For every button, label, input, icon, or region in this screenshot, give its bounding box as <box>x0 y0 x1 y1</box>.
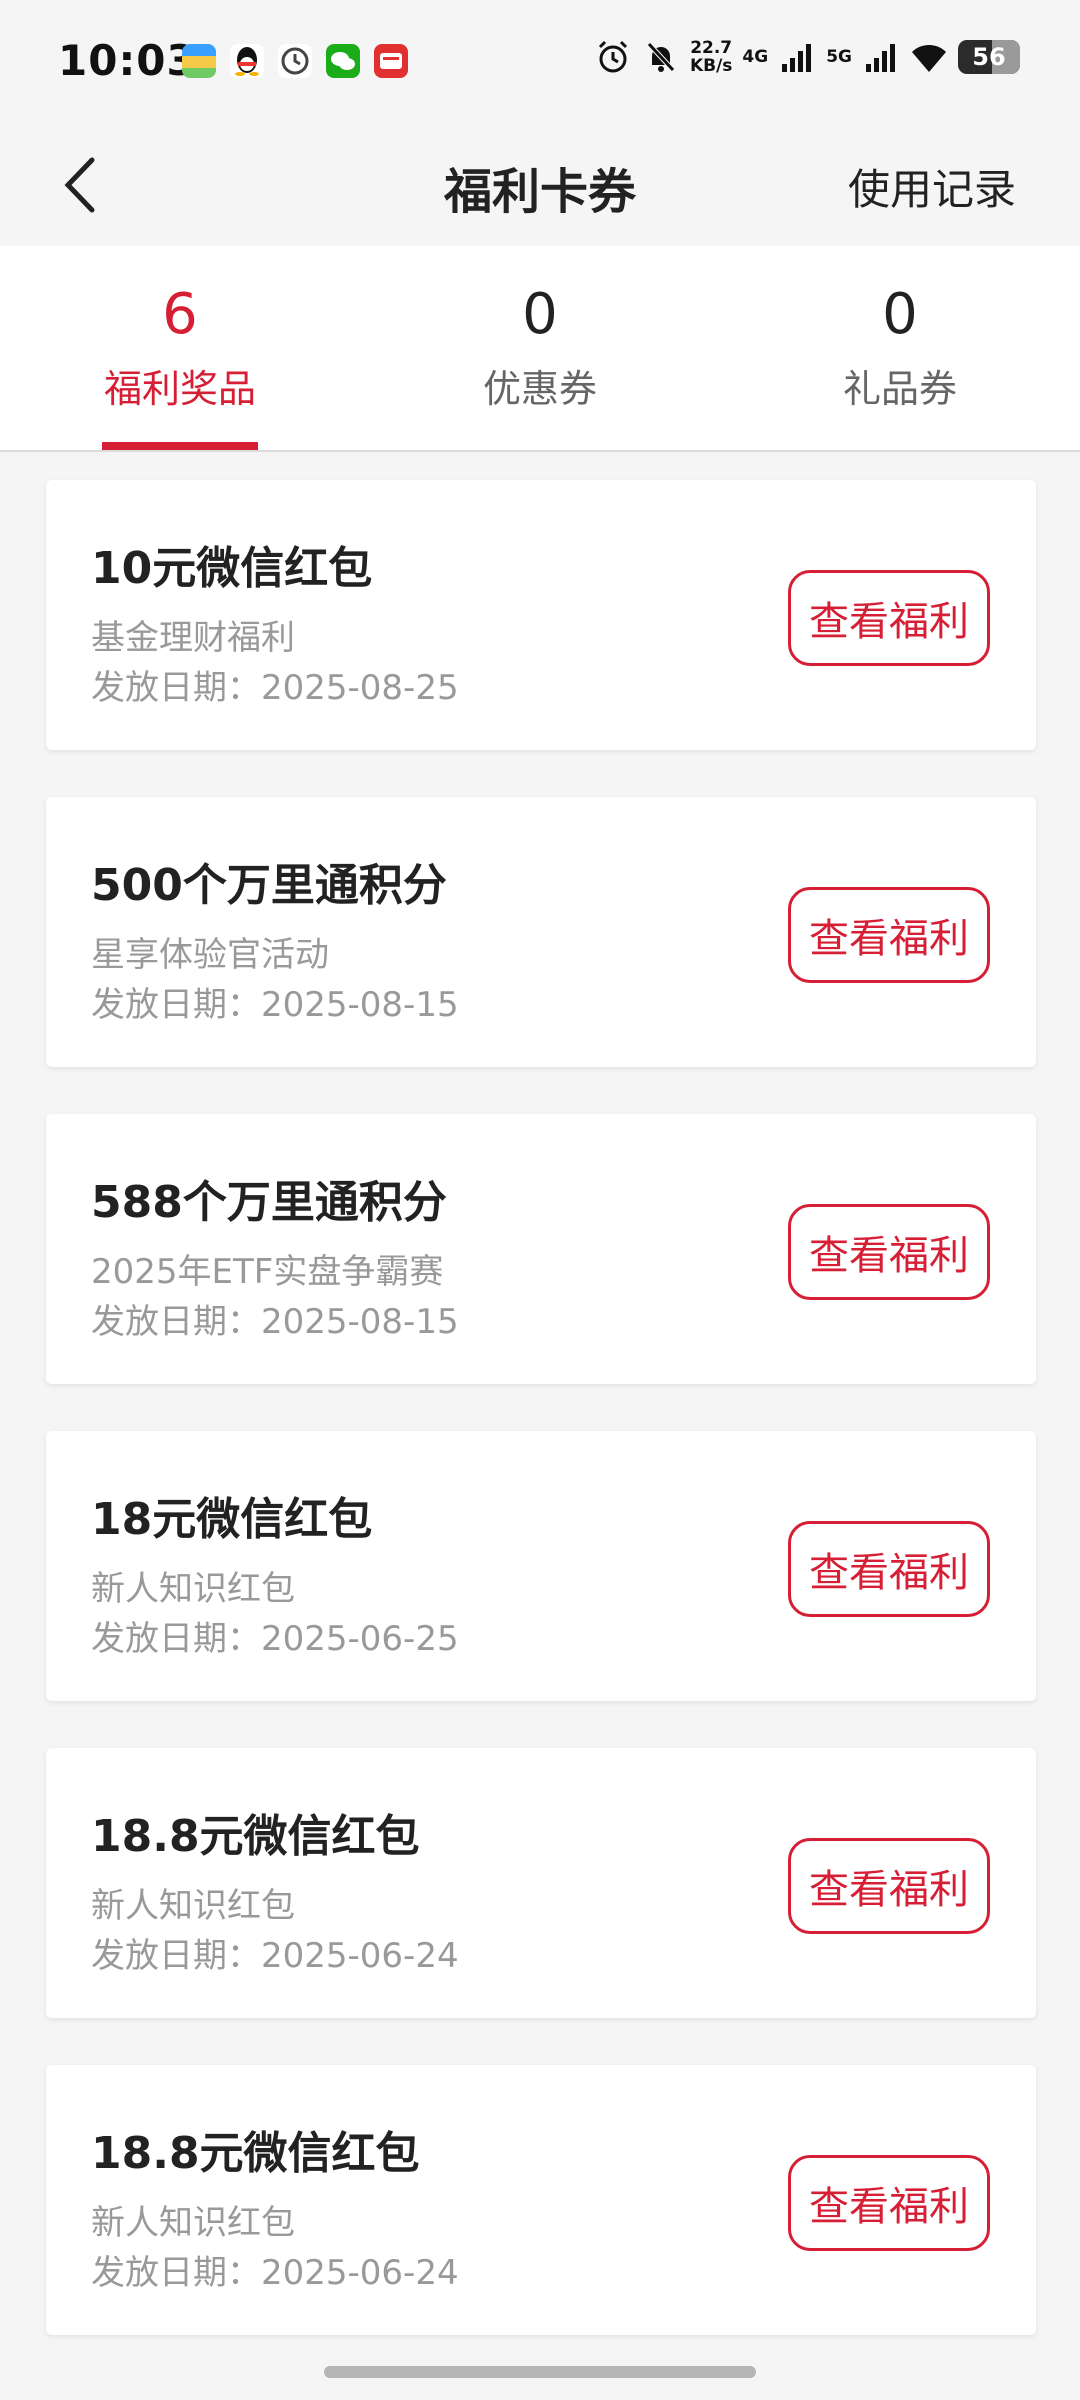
tab-gift-vouchers[interactable]: 0 礼品券 <box>720 246 1080 450</box>
reward-date: 发放日期：2025-06-24 <box>91 2253 459 2293</box>
nav-bar: 福利卡券 使用记录 <box>0 128 1080 246</box>
tab-bar: 6 福利奖品 0 优惠券 0 礼品券 <box>0 246 1080 452</box>
reward-source: 新人知识红包 <box>91 2203 295 2243</box>
wechat-app-icon <box>326 44 360 78</box>
tab-count: 6 <box>162 282 198 347</box>
network-5g: 5G <box>826 47 852 67</box>
status-app-icons <box>182 44 408 78</box>
view-reward-button[interactable]: 查看福利 <box>788 2155 990 2251</box>
reward-source: 新人知识红包 <box>91 1886 295 1926</box>
tab-rewards[interactable]: 6 福利奖品 <box>0 246 360 450</box>
alarm-icon <box>598 40 627 73</box>
battery-indicator: 56 <box>958 40 1020 74</box>
reward-title: 588个万里通积分 <box>91 1177 447 1228</box>
reward-title: 500个万里通积分 <box>91 860 447 911</box>
reward-title: 10元微信红包 <box>91 543 373 594</box>
reward-card: 18元微信红包 新人知识红包 发放日期：2025-06-25 查看福利 <box>46 1431 1036 1701</box>
reward-date: 发放日期：2025-08-15 <box>91 985 459 1025</box>
reward-card: 18.8元微信红包 新人知识红包 发放日期：2025-06-24 查看福利 <box>46 1748 1036 2018</box>
reward-card: 500个万里通积分 星享体验官活动 发放日期：2025-08-15 查看福利 <box>46 797 1036 1067</box>
tab-count: 0 <box>522 282 558 347</box>
status-time: 10:03 <box>58 36 197 85</box>
reward-date: 发放日期：2025-06-25 <box>91 1619 459 1659</box>
reward-title: 18.8元微信红包 <box>91 1811 420 1862</box>
reward-title: 18元微信红包 <box>91 1494 373 1545</box>
home-indicator[interactable] <box>324 2366 756 2378</box>
status-right: 22.7 KB/s 4G 5G 56 <box>594 38 1020 76</box>
tab-coupons[interactable]: 0 优惠券 <box>360 246 720 450</box>
signal-icon <box>782 44 812 72</box>
bell-mute-icon <box>647 42 675 72</box>
usage-record-link[interactable]: 使用记录 <box>848 156 1016 217</box>
tab-label: 优惠券 <box>482 367 597 411</box>
reward-source: 新人知识红包 <box>91 1569 295 1609</box>
signal-icon-2 <box>866 44 895 72</box>
reward-date: 发放日期：2025-08-15 <box>91 1302 459 1342</box>
reward-card: 588个万里通积分 2025年ETF实盘争霸赛 发放日期：2025-08-15 … <box>46 1114 1036 1384</box>
red-app-icon <box>374 44 408 78</box>
view-reward-button[interactable]: 查看福利 <box>788 887 990 983</box>
tab-active-indicator <box>102 442 258 450</box>
qq-app-icon <box>230 44 264 78</box>
wifi-icon <box>912 44 946 72</box>
reward-title: 18.8元微信红包 <box>91 2128 420 2179</box>
tab-label: 礼品券 <box>842 367 957 411</box>
tab-count: 0 <box>882 282 918 347</box>
view-reward-button[interactable]: 查看福利 <box>788 1204 990 1300</box>
reward-date: 发放日期：2025-08-25 <box>91 668 459 708</box>
reward-card: 10元微信红包 基金理财福利 发放日期：2025-08-25 查看福利 <box>46 480 1036 750</box>
reward-source: 星享体验官活动 <box>91 935 329 975</box>
reward-card: 18.8元微信红包 新人知识红包 发放日期：2025-06-24 查看福利 <box>46 2065 1036 2335</box>
wallet-app-icon <box>182 44 216 78</box>
reward-source: 2025年ETF实盘争霸赛 <box>91 1252 444 1292</box>
network-speed: 22.7 KB/s <box>689 38 733 76</box>
view-reward-button[interactable]: 查看福利 <box>788 1521 990 1617</box>
view-reward-button[interactable]: 查看福利 <box>788 1838 990 1934</box>
clock-app-icon <box>278 44 312 78</box>
network-4g: 4G <box>742 47 769 67</box>
status-bar: 10:03 22.7 KB/s 4G 5G 56 <box>0 0 1080 128</box>
reward-source: 基金理财福利 <box>91 618 295 658</box>
view-reward-button[interactable]: 查看福利 <box>788 570 990 666</box>
tab-label: 福利奖品 <box>103 367 256 411</box>
reward-date: 发放日期：2025-06-24 <box>91 1936 459 1976</box>
